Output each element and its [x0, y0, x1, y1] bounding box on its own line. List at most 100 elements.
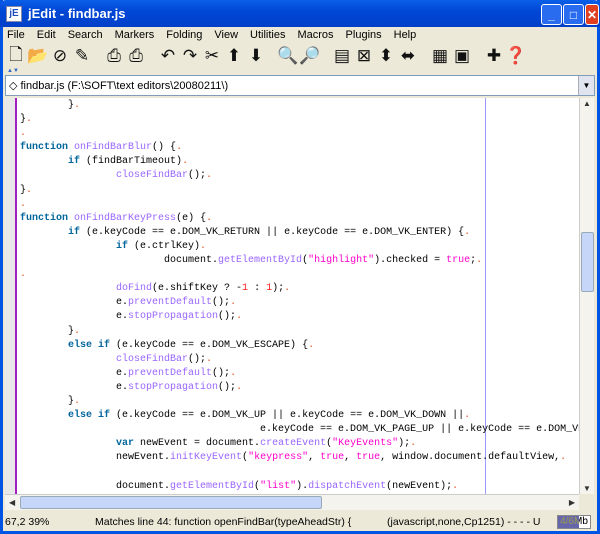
- code-token: :: [248, 283, 267, 295]
- code-token: if: [68, 156, 81, 168]
- code-line: }.: [20, 99, 579, 113]
- help-icon[interactable]: ❓: [505, 45, 527, 67]
- menu-edit[interactable]: Edit: [37, 29, 56, 41]
- code-token: closeFindBar: [116, 353, 189, 365]
- undo-icon[interactable]: ↶: [157, 45, 179, 67]
- maximize-button[interactable]: □: [563, 4, 584, 25]
- chevron-down-icon[interactable]: ▼: [578, 76, 594, 95]
- menu-folding[interactable]: Folding: [166, 29, 202, 41]
- code-line: var newEvent = document.createEvent("Key…: [20, 437, 579, 451]
- open-file-icon[interactable]: 📂: [27, 45, 49, 67]
- menu-macros[interactable]: Macros: [297, 29, 333, 41]
- code-token: "list": [260, 480, 297, 492]
- print-icon[interactable]: ⎙: [103, 45, 125, 67]
- new-file-icon[interactable]: 🗋: [5, 45, 27, 67]
- menu-file[interactable]: File: [7, 29, 25, 41]
- buffer-switcher[interactable]: ◇ findbar.js (F:\SOFT\text editors\20080…: [5, 75, 595, 96]
- new-view-icon[interactable]: ▤: [331, 45, 353, 67]
- caret-position: 67,2 39%: [5, 516, 50, 528]
- toolbar-scroll-arrows-icon[interactable]: ▲▼: [7, 68, 19, 74]
- code-line: .: [20, 198, 579, 212]
- scroll-down-icon[interactable]: ▼: [583, 484, 591, 493]
- code-line: newEvent.initKeyEvent("keypress", true, …: [20, 451, 579, 465]
- code-token: newEvent.: [20, 452, 171, 464]
- code-line: document.getElementById("highlight").che…: [20, 254, 579, 268]
- code-token: doFind: [116, 283, 153, 295]
- vertical-scroll-thumb[interactable]: [581, 232, 594, 293]
- code-token: ();: [188, 353, 207, 365]
- code-line: }.: [20, 325, 579, 339]
- menu-utilities[interactable]: Utilities: [250, 29, 285, 41]
- code-token: (e.keyCode == e.DOM_VK_ESCAPE) {: [110, 339, 309, 351]
- find-icon[interactable]: 🔍: [277, 45, 299, 67]
- plugin-manager-icon[interactable]: ✚: [483, 45, 505, 67]
- code-line: e.keyCode == e.DOM_VK_PAGE_UP || e.keyCo…: [20, 423, 579, 437]
- code-token: (findBarTimeout): [80, 156, 183, 168]
- code-token: (e.keyCode == e.DOM_VK_UP || e.keyCode =…: [110, 410, 465, 422]
- eol-marker: .: [182, 156, 189, 168]
- scroll-left-icon[interactable]: ◀: [9, 498, 15, 507]
- copy-icon[interactable]: ⬆: [223, 45, 245, 67]
- minimize-button[interactable]: _: [541, 4, 562, 25]
- text-area[interactable]: }.}.. function onFindBarBlur() {. if (fin…: [5, 98, 579, 494]
- code-line: doFind(e.shiftKey ? -1 : 1);.: [20, 282, 579, 296]
- eol-marker: .: [176, 142, 183, 154]
- code-token: }: [20, 395, 75, 407]
- memory-indicator[interactable]: 4/6Mb: [557, 515, 591, 529]
- horizontal-scroll-thumb[interactable]: [20, 496, 322, 509]
- code-token: document.: [20, 480, 171, 492]
- eol-marker: .: [200, 240, 207, 252]
- menu-search[interactable]: Search: [68, 29, 103, 41]
- find-next-icon[interactable]: 🔎: [299, 45, 321, 67]
- horizontal-scrollbar[interactable]: ◀ ▶: [5, 494, 579, 510]
- close-window-button[interactable]: ✕: [585, 4, 599, 25]
- menu-markers[interactable]: Markers: [115, 29, 155, 41]
- code-line: e.preventDefault();.: [20, 296, 579, 310]
- code-token: , window.document.defaultView,: [380, 452, 561, 464]
- code-token: getElementById: [170, 480, 255, 492]
- close-icon[interactable]: ⊘: [49, 45, 71, 67]
- global-options-icon[interactable]: ▣: [451, 45, 473, 67]
- vertical-scrollbar[interactable]: ▲ ▼: [579, 98, 594, 494]
- code-line: }.: [20, 395, 579, 409]
- edit-pencil-icon[interactable]: ✎: [71, 45, 93, 67]
- code-token: dispatchEvent: [308, 480, 387, 492]
- code-token: getElementById: [218, 255, 303, 267]
- code-line: document.getElementById("list").dispatch…: [20, 480, 579, 494]
- menu-plugins[interactable]: Plugins: [346, 29, 382, 41]
- code-line: function onFindBarKeyPress(e) {.: [20, 212, 579, 226]
- code-line: else if (e.keyCode == e.DOM_VK_UP || e.k…: [20, 409, 579, 423]
- eol-marker: .: [20, 269, 27, 281]
- code-token: else if: [68, 410, 111, 422]
- buffer-label: findbar.js (F:\SOFT\text editors\2008021…: [20, 79, 229, 92]
- code-line: closeFindBar();.: [20, 169, 579, 183]
- status-message: Matches line 44: function openFindBar(ty…: [95, 516, 352, 528]
- unsplit-icon[interactable]: ⊠: [353, 45, 375, 67]
- code-token: function: [20, 142, 69, 154]
- scroll-right-icon[interactable]: ▶: [569, 498, 575, 507]
- eol-marker: .: [410, 438, 417, 450]
- redo-icon[interactable]: ↷: [179, 45, 201, 67]
- split-vertical-icon[interactable]: ⬌: [397, 45, 419, 67]
- code-token: ).: [296, 480, 309, 492]
- split-horizontal-icon[interactable]: ⬍: [375, 45, 397, 67]
- paste-icon[interactable]: ⬇: [245, 45, 267, 67]
- code-token: function: [20, 212, 69, 224]
- code-line: if (findBarTimeout).: [20, 155, 579, 169]
- scroll-up-icon[interactable]: ▲: [583, 99, 591, 108]
- code-token: );: [272, 283, 285, 295]
- code-token: "highlight": [308, 255, 375, 267]
- memory-text: 4/6Mb: [560, 516, 588, 527]
- menu-help[interactable]: Help: [394, 29, 417, 41]
- eol-marker: .: [452, 480, 459, 492]
- buffer-options-icon[interactable]: ▦: [429, 45, 451, 67]
- buffer-mode-info[interactable]: (javascript,none,Cp1251) - - - - U: [387, 516, 540, 528]
- code-token: onFindBarKeyPress: [74, 212, 177, 224]
- code-token: ();: [218, 381, 237, 393]
- eol-marker: .: [206, 353, 213, 365]
- cut-icon[interactable]: ✂: [201, 45, 223, 67]
- code-content[interactable]: }.}.. function onFindBarBlur() {. if (fin…: [20, 99, 579, 494]
- page-setup-icon[interactable]: ⎙: [125, 45, 147, 67]
- menu-view[interactable]: View: [214, 29, 238, 41]
